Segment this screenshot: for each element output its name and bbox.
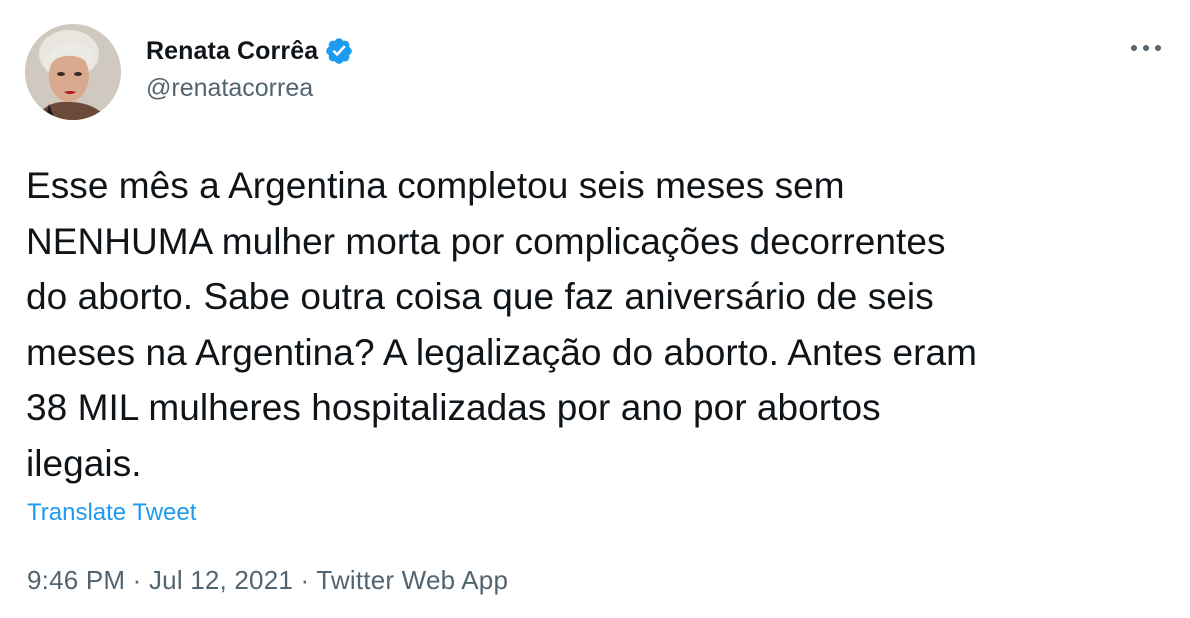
tweet-time[interactable]: 9:46 PM	[27, 565, 125, 595]
more-options-icon[interactable]	[1126, 28, 1166, 68]
tweet-card: Renata Corrêa @renatacorrea Esse mês a A…	[0, 0, 1190, 618]
translate-tweet-link[interactable]: Translate Tweet	[27, 499, 196, 527]
tweet-metadata: 9:46 PM · Jul 12, 2021 · Twitter Web App	[27, 565, 508, 596]
meta-separator: ·	[125, 565, 149, 595]
author-block: Renata Corrêa @renatacorrea	[146, 34, 354, 103]
tweet-date[interactable]: Jul 12, 2021	[149, 565, 293, 595]
tweet-text: Esse mês a Argentina completou seis mese…	[26, 165, 977, 484]
tweet-source[interactable]: Twitter Web App	[316, 565, 508, 595]
display-name[interactable]: Renata Corrêa	[146, 37, 318, 66]
avatar[interactable]	[25, 24, 121, 120]
verified-badge-icon	[324, 36, 354, 66]
meta-separator: ·	[293, 565, 317, 595]
handle[interactable]: @renatacorrea	[146, 74, 354, 103]
name-row: Renata Corrêa	[146, 34, 354, 68]
